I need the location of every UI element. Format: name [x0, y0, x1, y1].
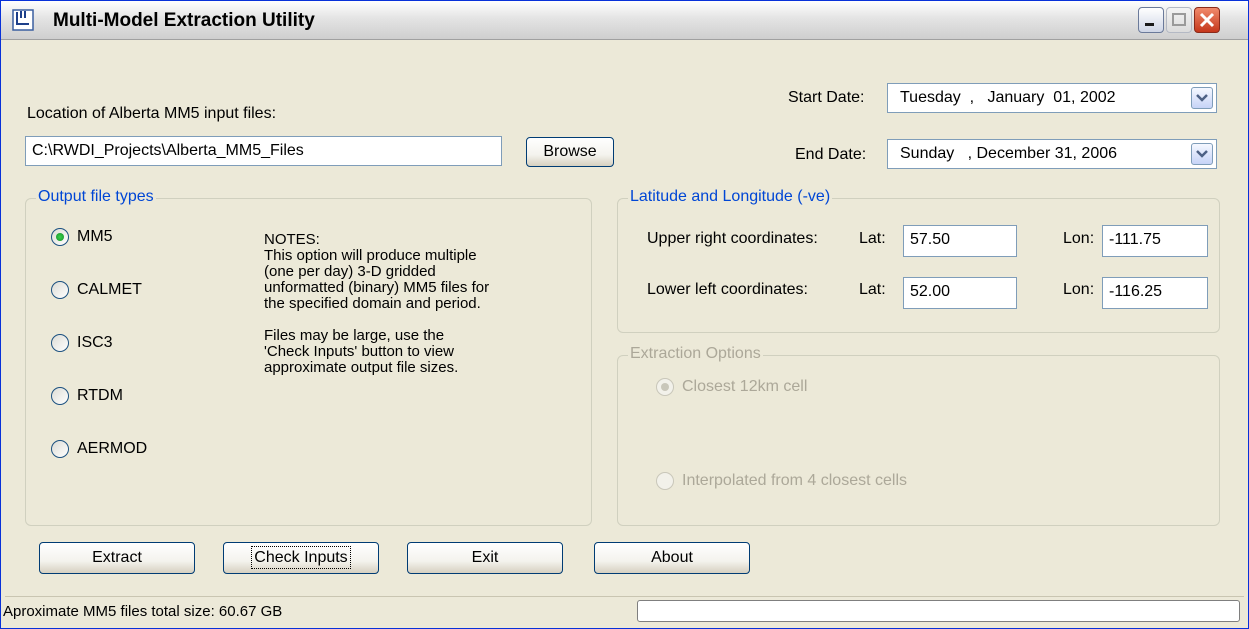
chevron-down-icon — [1196, 150, 1208, 158]
radio-circle — [51, 334, 69, 352]
close-icon — [1199, 12, 1215, 28]
maximize-button[interactable] — [1166, 7, 1192, 33]
end-date-dropdown-button[interactable] — [1191, 143, 1213, 165]
radio-circle — [656, 472, 674, 490]
radio-aermod[interactable]: AERMOD — [51, 440, 147, 458]
main-window: Multi-Model Extraction Utility Location … — [0, 0, 1249, 629]
exit-button[interactable]: Exit — [407, 542, 563, 574]
check-inputs-button[interactable]: Check Inputs — [223, 542, 379, 574]
extract-button[interactable]: Extract — [39, 542, 195, 574]
start-date-value: Tuesday , January 01, 2002 — [900, 89, 1116, 106]
upper-lat-label: Lat: — [859, 230, 886, 247]
radio-label-rtdm: RTDM — [77, 387, 123, 404]
start-date-label: Start Date: — [788, 89, 865, 106]
app-icon — [12, 9, 34, 31]
radio-mm5[interactable]: MM5 — [51, 228, 113, 246]
radio-interpolated[interactable]: Interpolated from 4 closest cells — [656, 472, 907, 490]
radio-isc3[interactable]: ISC3 — [51, 334, 113, 352]
end-date-label: End Date: — [795, 146, 867, 163]
minimize-icon — [1145, 23, 1154, 26]
lower-lat-label: Lat: — [859, 281, 886, 298]
coordinates-group: Latitude and Longitude (-ve) Upper right… — [617, 188, 1220, 333]
lower-left-label: Lower left coordinates: — [647, 281, 808, 298]
end-date-value: Sunday , December 31, 2006 — [900, 145, 1118, 162]
output-types-title: Output file types — [36, 188, 156, 206]
status-bar: Aproximate MM5 files total size: 60.67 G… — [3, 596, 1244, 625]
extract-button-label: Extract — [92, 549, 142, 566]
start-date-dropdown-button[interactable] — [1191, 87, 1213, 109]
close-button[interactable] — [1194, 7, 1220, 33]
radio-circle — [51, 387, 69, 405]
browse-button-label: Browse — [543, 143, 597, 160]
radio-rtdm[interactable]: RTDM — [51, 387, 123, 405]
chevron-down-icon — [1196, 94, 1208, 102]
check-inputs-button-label: Check Inputs — [251, 546, 351, 569]
exit-button-label: Exit — [471, 549, 499, 566]
radio-label-aermod: AERMOD — [77, 440, 148, 457]
input-path-field[interactable]: C:\RWDI_Projects\Alberta_MM5_Files — [25, 136, 502, 166]
output-types-group: Output file types MM5 CALMET ISC3 RTDM A… — [25, 188, 592, 526]
radio-label-calmet: CALMET — [77, 281, 142, 298]
end-date-picker[interactable]: Sunday , December 31, 2006 — [887, 139, 1217, 169]
radio-label-closest-cell: Closest 12km cell — [682, 378, 808, 395]
radio-circle — [51, 281, 69, 299]
radio-label-mm5: MM5 — [77, 228, 113, 245]
lower-lon-field[interactable]: -116.25 — [1102, 277, 1208, 309]
start-date-picker[interactable]: Tuesday , January 01, 2002 — [887, 83, 1217, 113]
maximize-icon — [1172, 13, 1186, 26]
radio-closest-cell[interactable]: Closest 12km cell — [656, 378, 807, 396]
upper-lon-label: Lon: — [1063, 230, 1095, 247]
progress-bar — [637, 600, 1240, 622]
status-text: Aproximate MM5 files total size: 60.67 G… — [3, 603, 283, 620]
upper-lat-field[interactable]: 57.50 — [903, 225, 1017, 257]
minimize-button[interactable] — [1138, 7, 1164, 33]
radio-circle — [51, 440, 69, 458]
radio-label-isc3: ISC3 — [77, 334, 113, 351]
radio-calmet[interactable]: CALMET — [51, 281, 142, 299]
lower-lat-field[interactable]: 52.00 — [903, 277, 1017, 309]
notes-text: NOTES: This option will produce multiple… — [264, 231, 490, 376]
window-title: Multi-Model Extraction Utility — [53, 10, 315, 31]
upper-lon-field[interactable]: -111.75 — [1102, 225, 1208, 257]
extraction-options-group: Extraction Options Closest 12km cell Int… — [617, 345, 1220, 526]
about-button-label: About — [651, 549, 693, 566]
radio-label-interpolated: Interpolated from 4 closest cells — [682, 472, 907, 489]
browse-button[interactable]: Browse — [526, 137, 614, 167]
coordinates-title: Latitude and Longitude (-ve) — [628, 188, 833, 206]
input-location-label: Location of Alberta MM5 input files: — [27, 105, 277, 122]
client-area: Location of Alberta MM5 input files: C:\… — [3, 40, 1244, 625]
radio-circle — [51, 228, 69, 246]
lower-lon-label: Lon: — [1063, 281, 1095, 298]
about-button[interactable]: About — [594, 542, 750, 574]
title-bar[interactable]: Multi-Model Extraction Utility — [1, 1, 1248, 40]
radio-circle — [656, 378, 674, 396]
extraction-options-title: Extraction Options — [628, 345, 763, 363]
upper-right-label: Upper right coordinates: — [647, 230, 818, 247]
